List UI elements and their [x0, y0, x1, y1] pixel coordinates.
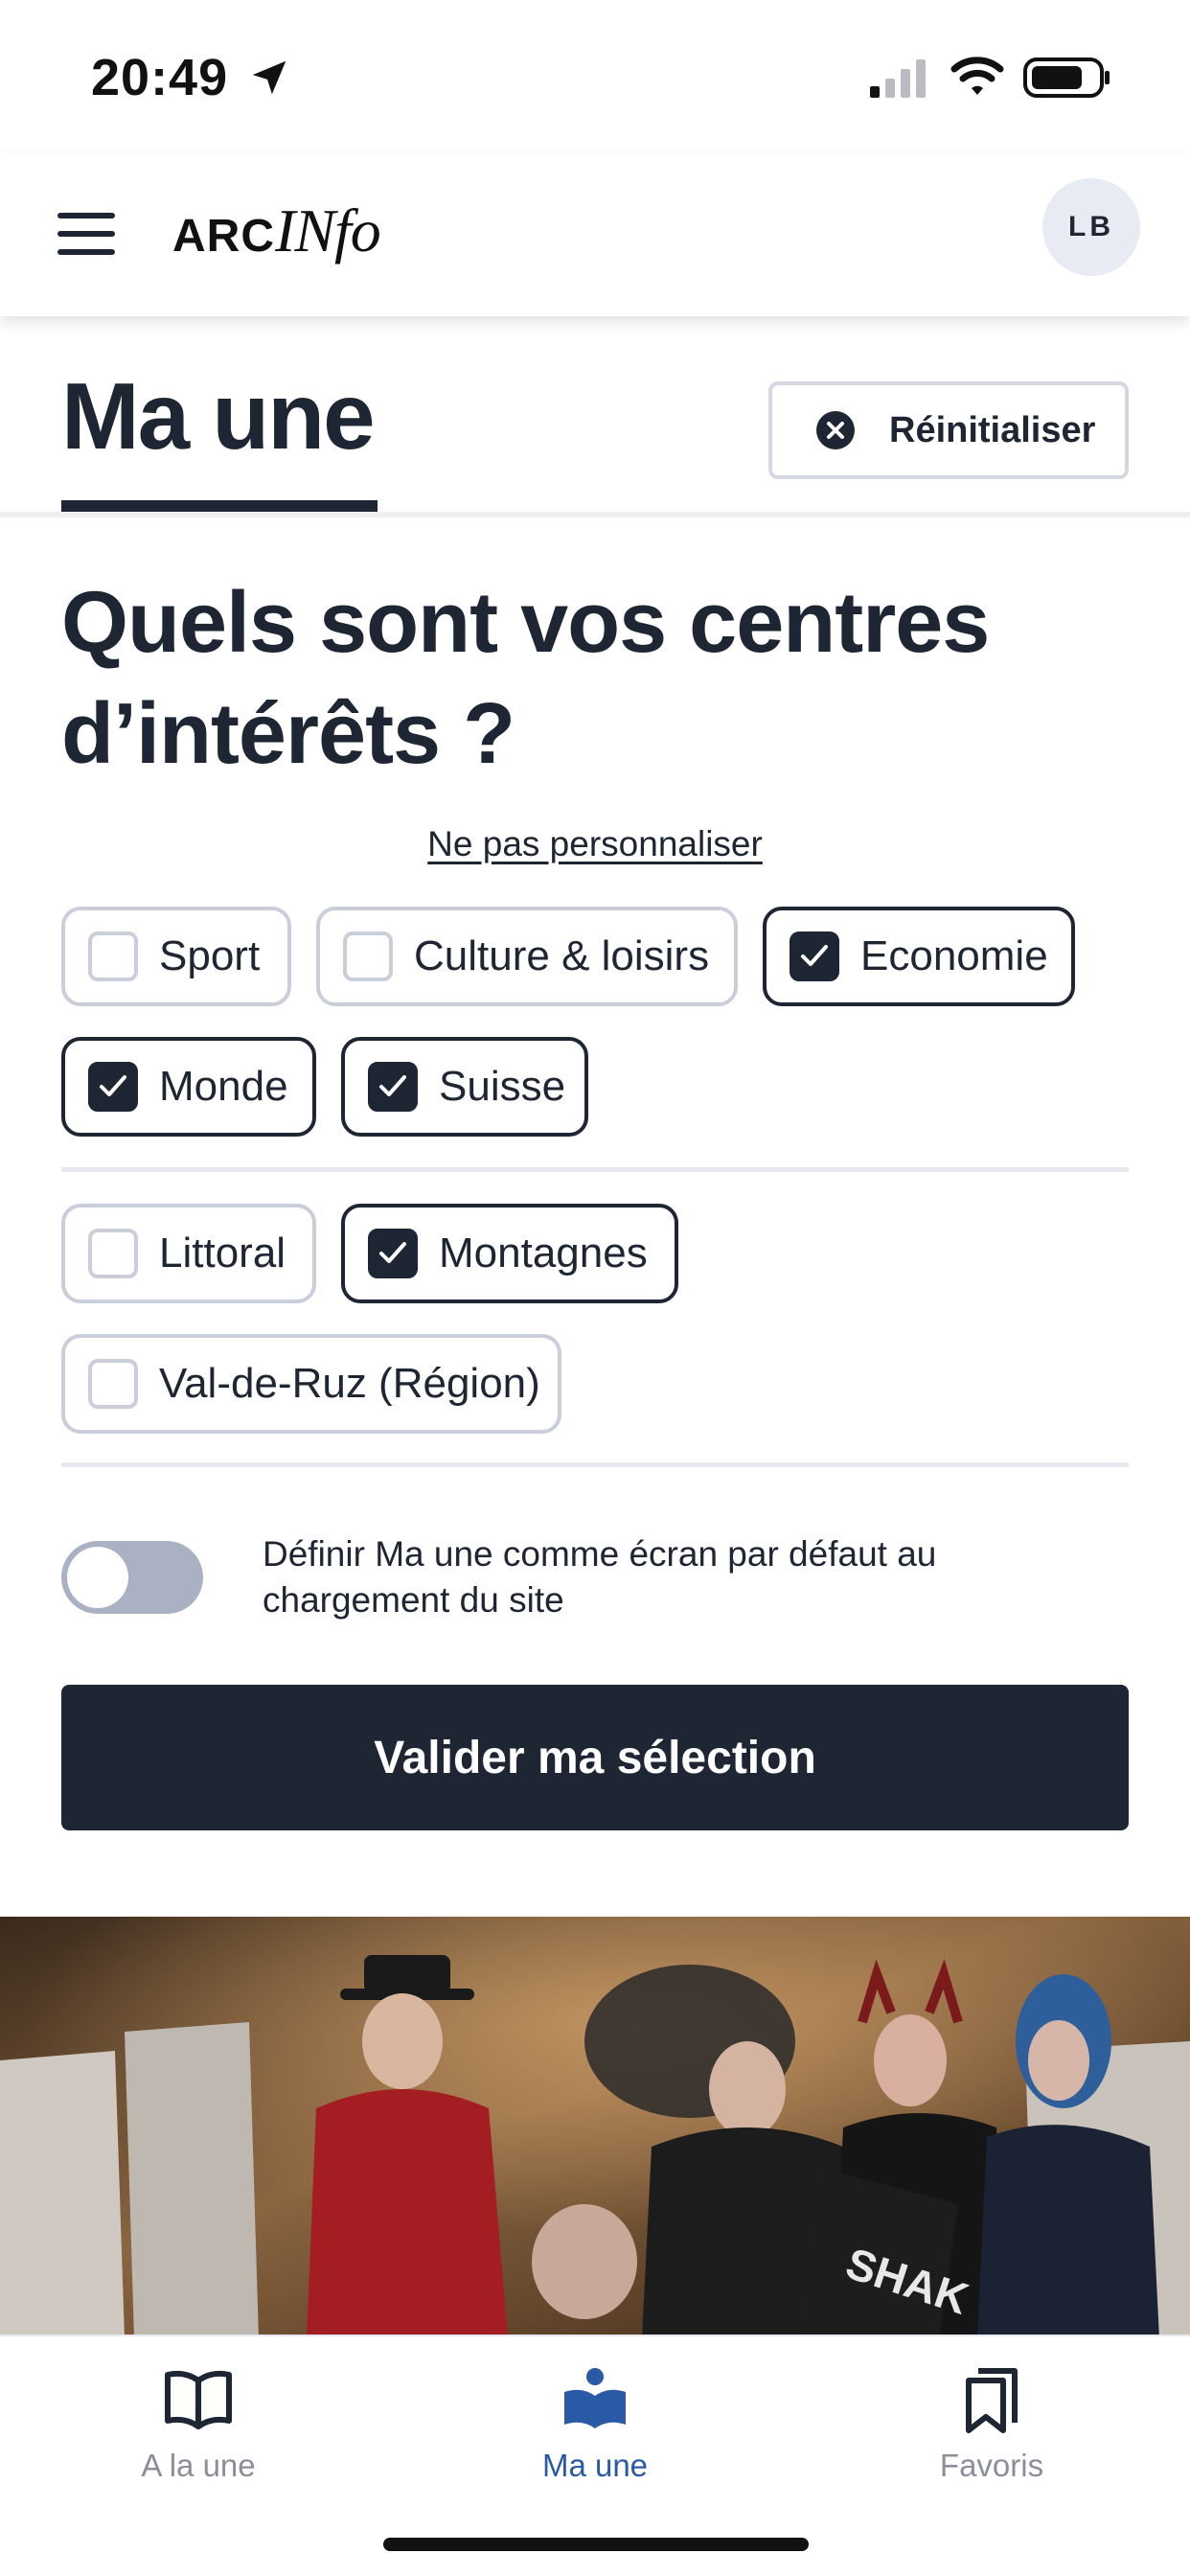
checkbox-checked[interactable]	[88, 1062, 138, 1112]
region-chip-littoral[interactable]: Littoral	[61, 1204, 316, 1303]
article-photo: SHAK	[0, 1917, 1190, 2338]
bookmarks-icon	[966, 2368, 1018, 2433]
skip-personalization-link[interactable]: Ne pas personnaliser	[0, 824, 1190, 864]
location-arrow-icon	[252, 60, 286, 95]
checkbox-checked[interactable]	[790, 932, 839, 981]
reader-book-icon	[564, 2368, 626, 2428]
toggle-knob	[67, 1547, 128, 1608]
nav-label: A la une	[141, 2448, 256, 2483]
close-circle-icon	[816, 411, 855, 449]
checkbox[interactable]	[88, 932, 138, 981]
battery-icon	[1023, 58, 1110, 98]
topic-chip-sport[interactable]: Sport	[61, 907, 291, 1006]
user-avatar[interactable]: LB	[1042, 178, 1140, 276]
app-header: ARC INfo LB	[0, 153, 1190, 316]
default-screen-toggle[interactable]	[61, 1541, 203, 1614]
section-divider	[61, 1462, 1129, 1467]
checkbox-checked[interactable]	[368, 1062, 418, 1112]
section-divider	[61, 1167, 1129, 1172]
wifi-icon	[950, 57, 1004, 95]
region-chip-val-de-ruz[interactable]: Val-de-Ruz (Région)	[61, 1334, 561, 1434]
interests-question: Quels sont vos centres d’intérêts ?	[61, 575, 990, 782]
checkmark-icon	[100, 1075, 126, 1096]
checkbox[interactable]	[343, 932, 393, 981]
checkbox-checked[interactable]	[368, 1229, 418, 1278]
topic-chip-suisse[interactable]: Suisse	[341, 1037, 588, 1137]
article-hero-image[interactable]: SHAK	[0, 1917, 1190, 2338]
page-title: Ma une	[61, 363, 376, 469]
arcinfo-logo[interactable]: ARC INfo	[172, 196, 381, 272]
checkmark-icon	[379, 1075, 406, 1096]
reset-button[interactable]: Réinitialiser	[768, 381, 1129, 479]
cellular-signal-icon	[870, 59, 926, 98]
nav-label: Ma une	[541, 2448, 649, 2483]
open-book-icon	[165, 2370, 232, 2429]
hamburger-menu-icon[interactable]	[57, 213, 115, 255]
page-title-row: Ma une Réinitialiser	[0, 316, 1190, 518]
status-bar: 20:49	[0, 0, 1190, 153]
checkmark-icon	[801, 945, 828, 966]
checkmark-icon	[379, 1242, 406, 1263]
default-screen-toggle-label: Définir Ma une comme écran par défaut au…	[263, 1534, 937, 1620]
reset-label: Réinitialiser	[889, 409, 1096, 450]
home-indicator[interactable]	[383, 2538, 809, 2551]
nav-item-a-la-une[interactable]: A la une	[55, 2365, 342, 2484]
nav-item-favoris[interactable]: Favoris	[848, 2365, 1135, 2484]
checkbox[interactable]	[88, 1359, 138, 1409]
nav-item-ma-une[interactable]: Ma une	[451, 2365, 739, 2484]
topic-chip-culture-loisirs[interactable]: Culture & loisirs	[316, 907, 738, 1006]
nav-label: Favoris	[939, 2448, 1044, 2483]
topic-chip-economie[interactable]: Economie	[763, 907, 1075, 1006]
checkbox[interactable]	[88, 1229, 138, 1278]
topic-chip-monde[interactable]: Monde	[61, 1037, 316, 1137]
region-chip-montagnes[interactable]: Montagnes	[341, 1204, 678, 1303]
submit-selection-button[interactable]: Valider ma sélection	[61, 1685, 1129, 1830]
active-tab-underline	[61, 500, 378, 512]
status-time: 20:49	[91, 49, 229, 106]
